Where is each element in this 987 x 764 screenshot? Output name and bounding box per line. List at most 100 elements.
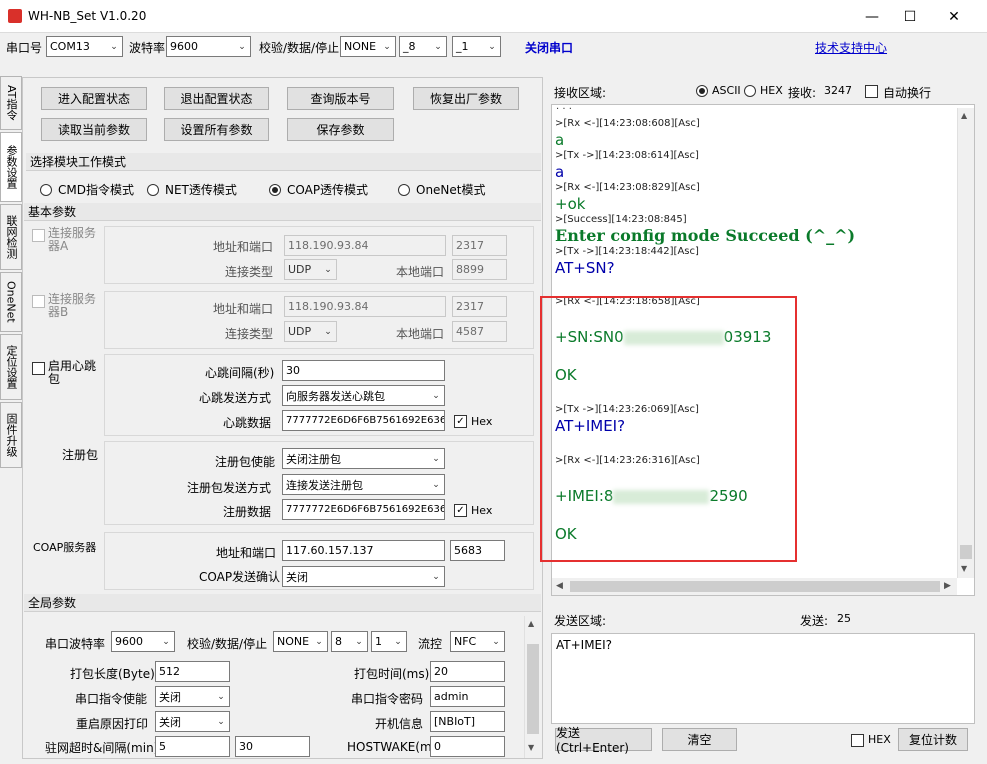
mode-section-header: 选择模块工作模式: [26, 153, 541, 171]
enter-config-button[interactable]: 进入配置状态: [41, 87, 147, 110]
conn-a-local-field[interactable]: 8899: [452, 259, 507, 280]
recv-vscrollbar[interactable]: ▲ ▼: [957, 108, 974, 578]
register-data-field[interactable]: 7777772E6D6F6B7561692E636F: [282, 499, 445, 520]
timeout-field-1[interactable]: 5: [155, 736, 230, 757]
heartbeat-hex-checkbox[interactable]: ✓: [454, 415, 467, 428]
exit-config-button[interactable]: 退出配置状态: [164, 87, 269, 110]
support-link[interactable]: 技术支持中心: [815, 39, 887, 56]
conn-b-addr-label: 地址和端口: [213, 302, 274, 316]
conn-b-local-field[interactable]: 4587: [452, 321, 507, 342]
conn-a-type-select[interactable]: UDP ⌄: [284, 259, 337, 280]
boot-info-field[interactable]: [NBIoT]: [430, 711, 505, 732]
register-enable-label: 注册包使能: [215, 455, 276, 469]
tab-onenet[interactable]: OneNet: [0, 272, 22, 332]
conn-a-addr-field[interactable]: 118.190.93.84: [284, 235, 446, 256]
conn-a-label-line2: 器A: [48, 239, 69, 253]
tab-params[interactable]: 参数设置: [0, 132, 22, 202]
recv-hex-radio[interactable]: HEX: [744, 84, 783, 97]
scroll-up-icon[interactable]: ▲: [961, 111, 967, 120]
coap-confirm-select[interactable]: 关闭 ⌄: [282, 566, 445, 587]
data-bits-select[interactable]: _8 ⌄: [399, 36, 447, 57]
chevron-down-icon: ⌄: [315, 636, 323, 647]
port-label: 串口号: [6, 41, 43, 55]
global-stop-select[interactable]: 1 ⌄: [371, 631, 407, 652]
conn-b-type-value: UDP: [288, 325, 312, 338]
global-parity-select[interactable]: NONE ⌄: [273, 631, 328, 652]
mode-radio-net[interactable]: NET透传模式: [147, 181, 237, 198]
reboot-print-select[interactable]: 关闭 ⌄: [155, 711, 230, 732]
conn-a-type-label: 连接类型: [225, 265, 274, 279]
conn-a-checkbox[interactable]: [32, 229, 45, 242]
scrollbar-thumb[interactable]: [527, 644, 539, 734]
baud-select[interactable]: 9600 ⌄: [166, 36, 251, 57]
global-flow-select[interactable]: NFC ⌄: [450, 631, 505, 652]
register-mode-select[interactable]: 连接发送注册包 ⌄: [282, 474, 445, 495]
read-params-button[interactable]: 读取当前参数: [41, 118, 147, 141]
tab-network-check[interactable]: 联网检测: [0, 204, 22, 270]
scroll-down-icon[interactable]: ▼: [528, 743, 534, 752]
conn-b-port-field[interactable]: 2317: [452, 296, 507, 317]
tab-location[interactable]: 定位设置: [0, 334, 22, 400]
query-version-button[interactable]: 查询版本号: [287, 87, 394, 110]
conn-b-addr-field[interactable]: 118.190.93.84: [284, 296, 446, 317]
conn-b-checkbox[interactable]: [32, 295, 45, 308]
cmd-password-field[interactable]: admin: [430, 686, 505, 707]
scrollbar-thumb[interactable]: [960, 545, 972, 559]
global-data-select[interactable]: 8 ⌄: [331, 631, 368, 652]
parity-select[interactable]: NONE ⌄: [340, 36, 396, 57]
heartbeat-data-label: 心跳数据: [223, 416, 272, 430]
timeout-field-2[interactable]: 30: [235, 736, 310, 757]
packtime-field[interactable]: 20: [430, 661, 505, 682]
timeout-label: 驻网超时&间隔(min): [45, 741, 159, 755]
radio-icon: [398, 183, 410, 196]
stop-bits-select[interactable]: _1 ⌄: [452, 36, 501, 57]
scroll-down-icon[interactable]: ▼: [961, 564, 967, 573]
tab-at-commands[interactable]: AT指令: [0, 76, 22, 130]
heartbeat-data-field[interactable]: 7777772E6D6F6B7561692E636F: [282, 410, 445, 431]
mode-radio-onenet[interactable]: OneNet模式: [398, 181, 486, 198]
coap-port-field[interactable]: 5683: [450, 540, 505, 561]
boot-info-label: 开机信息: [375, 717, 424, 731]
scroll-up-icon[interactable]: ▲: [528, 619, 534, 628]
packlen-label: 打包长度(Byte): [70, 667, 155, 681]
heartbeat-checkbox[interactable]: [32, 362, 45, 375]
reset-count-button[interactable]: 复位计数: [898, 728, 968, 751]
maximize-button[interactable]: ☐: [887, 0, 933, 33]
clear-button[interactable]: 清空: [662, 728, 737, 751]
recv-hscrollbar[interactable]: ◀ ▶: [552, 578, 957, 595]
autowrap-checkbox[interactable]: [865, 85, 878, 98]
register-hex-label: Hex: [471, 504, 493, 517]
cmd-enable-select[interactable]: 关闭 ⌄: [155, 686, 230, 707]
packlen-field[interactable]: 512: [155, 661, 230, 682]
conn-a-port-field[interactable]: 2317: [452, 235, 507, 256]
close-button[interactable]: ✕: [931, 0, 977, 33]
tab-firmware[interactable]: 固件升级: [0, 402, 22, 468]
coap-addr-field[interactable]: 117.60.157.137: [282, 540, 445, 561]
send-textarea[interactable]: AT+IMEI?: [551, 633, 975, 724]
factory-reset-button[interactable]: 恢复出厂参数: [413, 87, 519, 110]
mode-radio-coap[interactable]: COAP透传模式: [269, 181, 368, 198]
scrollbar-thumb[interactable]: [570, 581, 940, 592]
register-hex-checkbox[interactable]: ✓: [454, 504, 467, 517]
scroll-left-icon[interactable]: ◀: [556, 581, 563, 591]
send-hex-checkbox[interactable]: [851, 734, 864, 747]
recv-overflow-dots: · · ·: [556, 104, 572, 115]
conn-b-type-select[interactable]: UDP ⌄: [284, 321, 337, 342]
heartbeat-mode-select[interactable]: 向服务器发送心跳包 ⌄: [282, 385, 445, 406]
heartbeat-interval-field[interactable]: 30: [282, 360, 445, 381]
port-select[interactable]: COM13 ⌄: [46, 36, 123, 57]
register-mode-value: 连接发送注册包: [286, 478, 363, 492]
hostwake-field[interactable]: 0: [430, 736, 505, 757]
mode-radio-cmd[interactable]: CMD指令模式: [40, 181, 134, 198]
params-scrollbar[interactable]: ▲ ▼: [524, 616, 541, 758]
set-all-params-button[interactable]: 设置所有参数: [164, 118, 269, 141]
scroll-right-icon[interactable]: ▶: [944, 581, 951, 591]
global-baud-select[interactable]: 9600 ⌄: [111, 631, 175, 652]
recv-ascii-radio[interactable]: ASCII: [696, 84, 741, 97]
save-params-button[interactable]: 保存参数: [287, 118, 394, 141]
send-button[interactable]: 发送(Ctrl+Enter): [555, 726, 652, 755]
register-enable-select[interactable]: 关闭注册包 ⌄: [282, 448, 445, 469]
global-baud-value: 9600: [115, 635, 143, 648]
chevron-down-icon: ⌄: [162, 636, 170, 647]
close-port-button[interactable]: 关闭串口: [525, 39, 573, 56]
